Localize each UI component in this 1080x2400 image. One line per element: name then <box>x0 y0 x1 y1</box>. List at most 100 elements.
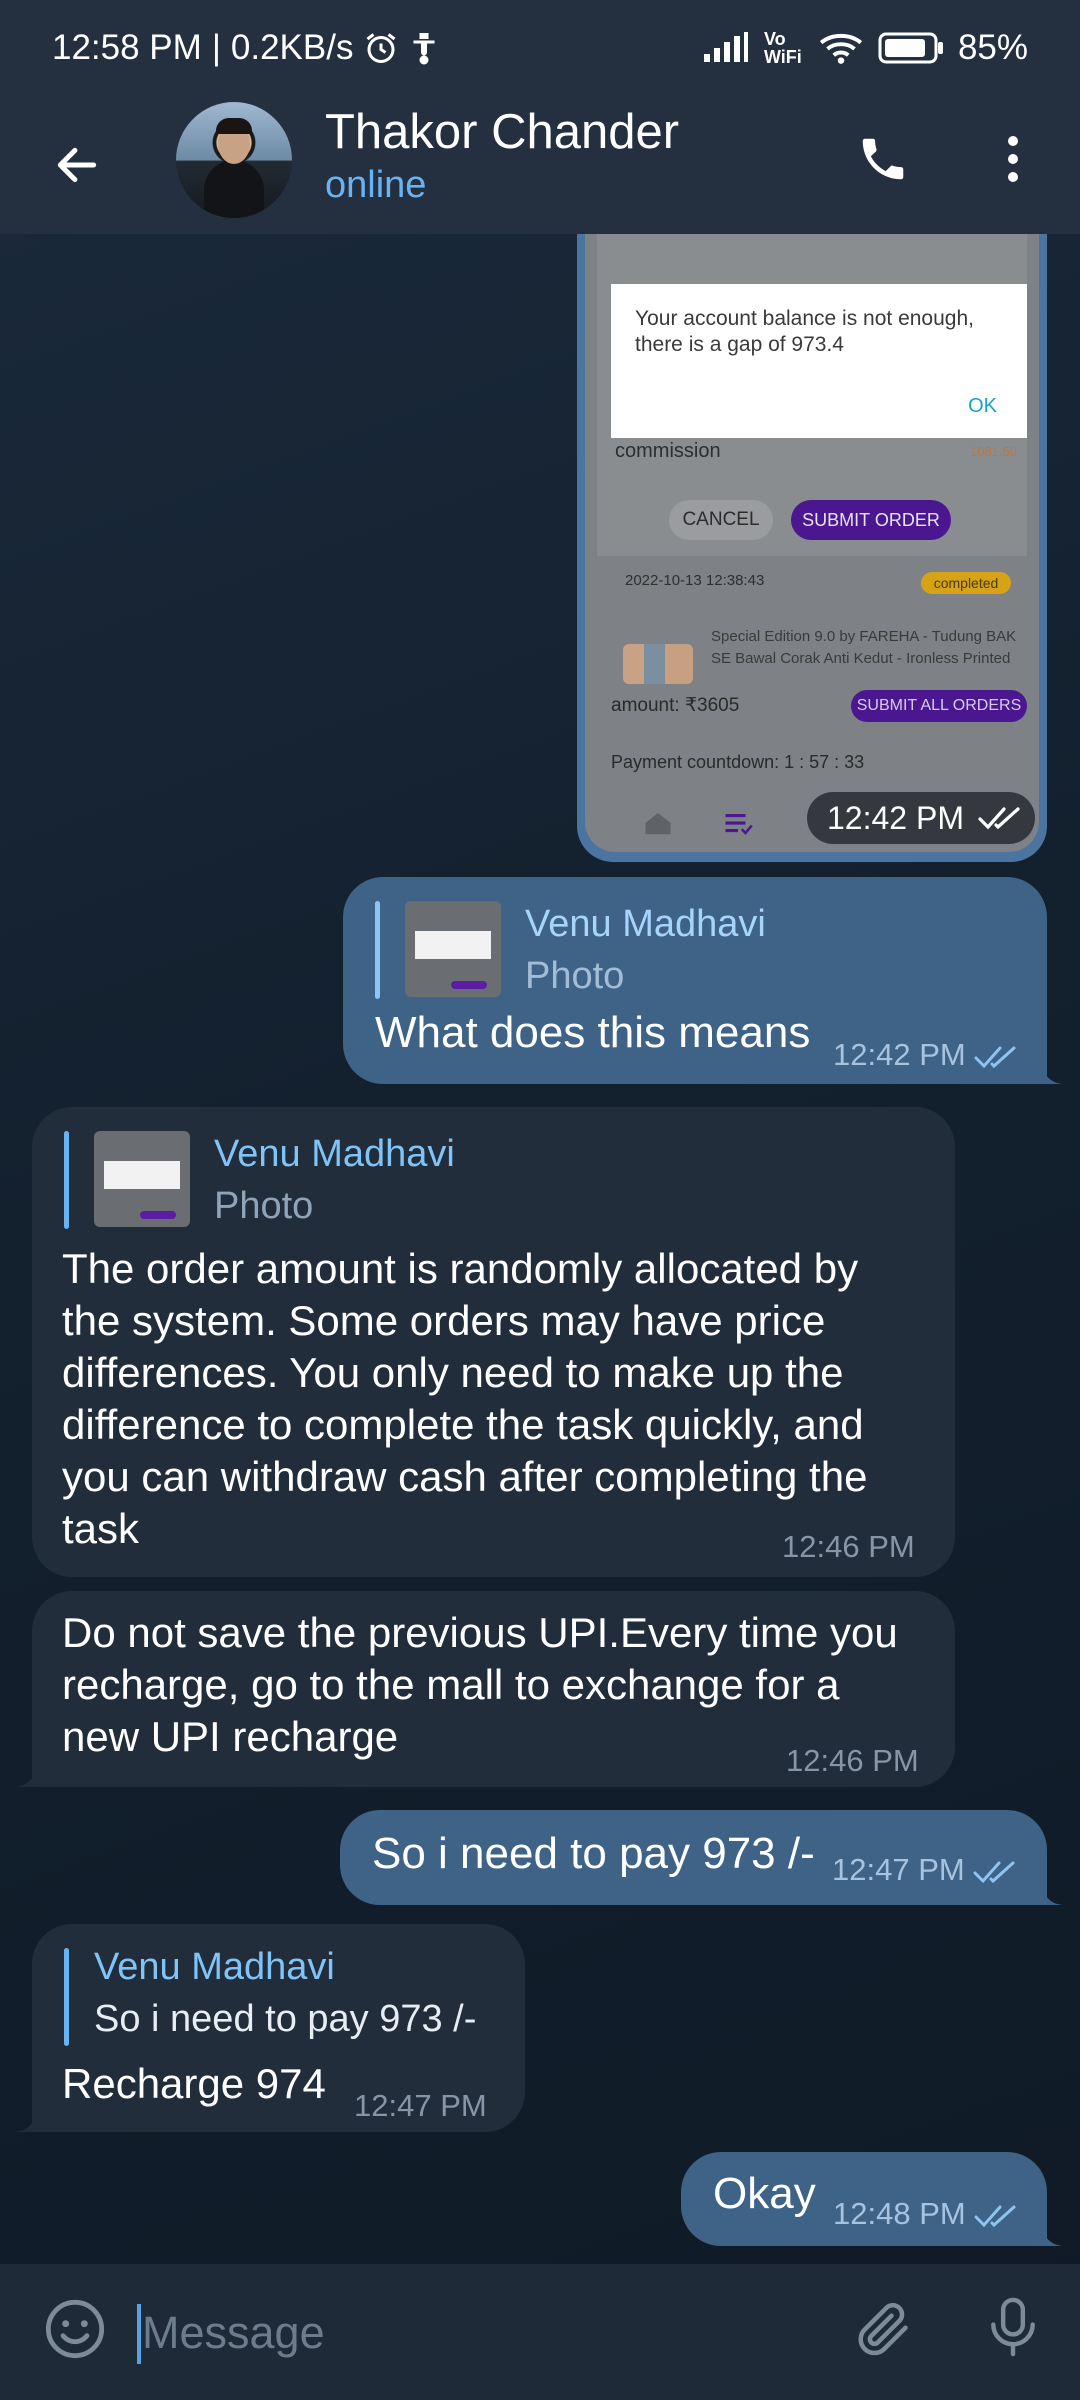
bubble-tail <box>16 1763 38 1787</box>
message-bubble-incoming[interactable]: Venu Madhavi So i need to pay 973 /- Rec… <box>32 1924 525 2132</box>
reply-thumbnail <box>405 901 501 997</box>
contact-avatar[interactable] <box>176 102 292 218</box>
reply-bar <box>64 1131 69 1229</box>
reply-thumbnail-dialog <box>104 1161 180 1189</box>
photo-time-badge: 12:42 PM <box>807 792 1035 844</box>
battery-percent: 85% <box>957 28 1028 67</box>
reply-thumbnail-button <box>451 981 487 989</box>
photo-product-name: Special Edition 9.0 by FAREHA - Tudung B… <box>711 628 1017 667</box>
battery-icon <box>878 31 944 65</box>
more-options-button[interactable] <box>980 126 1046 192</box>
avatar-suit <box>204 160 264 218</box>
vowifi-icon: Vo WiFi <box>764 30 804 66</box>
photo-amount: amount: ₹3605 <box>611 694 739 717</box>
status-time: 12:58 PM <box>52 28 202 67</box>
bubble-tail <box>1040 1060 1062 1084</box>
chat-header: Thakor Chander online <box>0 96 1080 234</box>
message-line: recharge, go to the mall to exchange for… <box>62 1661 840 1708</box>
photo-message[interactable]: Your account balance is not enough, ther… <box>577 234 1047 862</box>
call-button[interactable] <box>850 126 916 192</box>
contact-name[interactable]: Thakor Chander <box>325 104 679 160</box>
network-speed: 0.2KB/s <box>230 28 354 67</box>
microphone-icon <box>991 2297 1035 2357</box>
message-line: Do not save the previous UPI.Every time … <box>62 1609 898 1656</box>
status-separator: | <box>211 28 221 67</box>
reply-thumbnail-dialog <box>415 931 491 959</box>
message-time: 12:46 PM <box>786 1743 919 1778</box>
message-text: What does this means <box>375 1008 811 1057</box>
message-text: So i need to pay 973 /- <box>372 1829 815 1878</box>
message-bubble-outgoing[interactable]: Venu Madhavi Photo What does this means … <box>343 877 1047 1084</box>
photo-product-thumbnail <box>623 644 693 684</box>
reply-thumbnail <box>94 1131 190 1227</box>
message-time: 12:47 PM <box>354 2088 487 2123</box>
photo-commission-label: commission <box>615 440 721 462</box>
message-input-bar <box>0 2264 1080 2400</box>
message-time: 12:47 PM <box>832 1852 1019 1888</box>
message-text: Do not save the previous UPI.Every time … <box>62 1607 942 1763</box>
message-text: Okay <box>713 2169 816 2218</box>
photo-commission-value: 1081.50 <box>970 444 1017 459</box>
photo-order-status-badge: completed <box>921 572 1011 594</box>
message-time: 12:42 PM <box>833 1037 1020 1073</box>
photo-dialog-text: Your account balance is not enough, ther… <box>635 307 974 356</box>
photo-order-date: 2022-10-13 12:38:43 <box>625 572 765 589</box>
message-bubble-outgoing[interactable]: Okay 12:48 PM <box>681 2152 1047 2246</box>
reply-preview: So i need to pay 973 /- <box>94 1998 477 2040</box>
emoji-button[interactable] <box>42 2296 108 2362</box>
reply-author: Venu Madhavi <box>94 1946 335 1988</box>
reply-author: Venu Madhavi <box>214 1133 455 1175</box>
photo-submit-order-button: SUBMIT ORDER <box>791 500 951 540</box>
message-bubble-outgoing[interactable]: So i need to pay 973 /- 12:47 PM <box>340 1810 1047 1905</box>
photo-image[interactable]: Your account balance is not enough, ther… <box>585 234 1039 852</box>
text-caret <box>137 2304 141 2364</box>
photo-amount-label: amount: <box>611 695 680 716</box>
double-check-icon <box>974 1046 1016 1068</box>
status-left: 12:58 PM | 0.2KB/s <box>52 28 439 68</box>
vowifi-label: Vo WiFi <box>763 29 802 67</box>
photo-countdown: Payment countdown: 1 : 57 : 33 <box>611 752 865 772</box>
voice-record-button[interactable] <box>980 2294 1046 2360</box>
message-line: the system. Some orders may have price <box>62 1297 826 1344</box>
message-text: Recharge 974 <box>62 2060 326 2107</box>
scooter-icon <box>409 30 439 66</box>
photo-dialog: Your account balance is not enough, ther… <box>611 284 1027 438</box>
message-bubble-incoming[interactable]: Do not save the previous UPI.Every time … <box>32 1591 955 1787</box>
reply-author: Venu Madhavi <box>525 903 766 945</box>
back-button[interactable] <box>44 132 110 198</box>
photo-amount-value: ₹3605 <box>684 695 740 716</box>
message-input[interactable] <box>142 2300 792 2366</box>
bubble-tail <box>1040 2222 1062 2246</box>
status-bar: 12:58 PM | 0.2KB/s Vo WiFi 85% <box>0 0 1080 96</box>
alarm-icon <box>363 30 399 66</box>
message-line: you can withdraw cash after completing t… <box>62 1453 868 1500</box>
back-arrow-icon <box>57 147 97 183</box>
message-text: The order amount is randomly allocated b… <box>62 1243 942 1555</box>
double-check-icon <box>973 1861 1015 1883</box>
message-time-text: 12:42 PM <box>833 1037 966 1072</box>
wifi-icon <box>818 30 864 66</box>
photo-cancel-button: CANCEL <box>669 500 773 540</box>
message-time: 12:46 PM <box>782 1529 915 1564</box>
message-line: The order amount is randomly allocated b… <box>62 1245 859 1292</box>
reply-preview: Photo <box>525 955 625 997</box>
photo-time: 12:42 PM <box>827 799 964 836</box>
reply-preview: Photo <box>214 1185 314 1227</box>
reply-bar <box>375 901 380 999</box>
kebab-menu-icon <box>1008 136 1018 182</box>
double-check-icon <box>978 807 1020 830</box>
photo-home-icon <box>643 810 673 841</box>
message-bubble-incoming[interactable]: Venu Madhavi Photo The order amount is r… <box>32 1107 955 1577</box>
photo-submit-all-button: SUBMIT ALL ORDERS <box>851 690 1027 722</box>
photo-dialog-ok: OK <box>968 395 997 417</box>
message-time-text: 12:47 PM <box>832 1852 965 1887</box>
bubble-tail <box>1040 1881 1062 1905</box>
bubble-tail <box>16 2108 38 2132</box>
attach-button[interactable] <box>850 2296 916 2362</box>
reply-bar <box>64 1948 69 2046</box>
signal-icon <box>702 32 750 64</box>
phone-icon <box>862 138 904 180</box>
double-check-icon <box>974 2205 1016 2227</box>
contact-status: online <box>325 164 427 206</box>
emoji-icon <box>45 2299 105 2359</box>
